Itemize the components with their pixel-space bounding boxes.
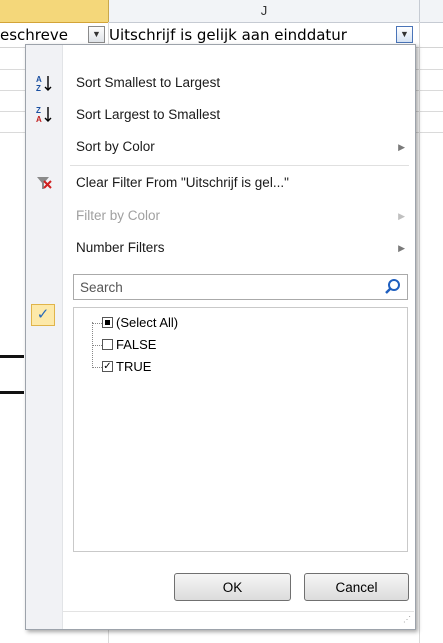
- tree-line: [92, 345, 102, 346]
- list-item-label: TRUE: [116, 359, 152, 374]
- menu-item-label: Clear Filter From "Uitschrijf is gel...": [76, 175, 289, 190]
- column-divider: [419, 22, 420, 643]
- partial-checkbox[interactable]: [102, 317, 113, 328]
- menu-item-clear-filter[interactable]: Clear Filter From "Uitschrijf is gel...": [63, 169, 413, 197]
- svg-text:Z: Z: [36, 84, 41, 92]
- column-header-j[interactable]: J: [109, 0, 420, 22]
- column-header-row: J: [0, 0, 443, 23]
- submenu-arrow-icon: ▶: [398, 243, 405, 253]
- header-cell-right[interactable]: Uitschrijf is gelijk aan einddatur: [109, 24, 394, 46]
- menu-item-sort-asc[interactable]: Sort Smallest to Largest: [63, 69, 413, 97]
- svg-text:A: A: [36, 115, 42, 123]
- ok-button[interactable]: OK: [174, 573, 291, 601]
- menu-item-label: Sort Largest to Smallest: [76, 107, 221, 122]
- menu-item-label: Sort Smallest to Largest: [76, 75, 221, 90]
- menu-item-label: Number Filters: [76, 240, 165, 255]
- filter-active-button[interactable]: ▼: [396, 26, 413, 43]
- submenu-arrow-icon: ▶: [398, 211, 405, 221]
- filter-values-list: (Select All) FALSE ✓ TRUE: [73, 307, 408, 552]
- sort-ascending-icon: AZ: [26, 74, 62, 95]
- tree-line: [92, 323, 102, 324]
- menu-item-filter-by-color: Filter by Color ▶: [63, 202, 413, 230]
- selected-column-header[interactable]: [0, 0, 109, 23]
- clear-filter-icon: [26, 174, 62, 195]
- cancel-button[interactable]: Cancel: [304, 573, 409, 601]
- submenu-arrow-icon: ▶: [398, 142, 405, 152]
- header-cell-left[interactable]: eschreve: [0, 24, 86, 46]
- sort-descending-icon: ZA: [26, 105, 62, 126]
- filter-applied-check-icon: ✓: [31, 304, 55, 326]
- cell-border-mark: [0, 391, 24, 394]
- menu-footer-divider: [63, 611, 414, 612]
- menu-item-label: Filter by Color: [76, 208, 161, 223]
- resize-grip-icon[interactable]: ⋰: [403, 616, 413, 627]
- search-input[interactable]: [74, 275, 386, 299]
- list-item-label: (Select All): [116, 315, 179, 330]
- menu-item-sort-by-color[interactable]: Sort by Color ▶: [63, 133, 413, 161]
- menu-icon-gutter: [26, 45, 63, 629]
- tree-line: [92, 322, 93, 366]
- list-item-label: FALSE: [116, 337, 157, 352]
- filter-dropdown-button[interactable]: ▼: [88, 26, 105, 43]
- svg-text:Z: Z: [36, 106, 41, 115]
- menu-item-sort-desc[interactable]: Sort Largest to Smallest: [63, 101, 413, 129]
- cell-border-mark: [0, 355, 24, 358]
- svg-text:A: A: [36, 75, 42, 84]
- menu-item-label: Sort by Color: [76, 139, 155, 154]
- search-icon[interactable]: [383, 277, 403, 297]
- menu-separator: [70, 165, 409, 166]
- checked-checkbox[interactable]: ✓: [102, 361, 113, 372]
- search-box[interactable]: [73, 274, 408, 300]
- autofilter-menu: Sort Smallest to Largest AZ Sort Largest…: [25, 44, 416, 630]
- tree-line: [92, 367, 102, 368]
- menu-item-number-filters[interactable]: Number Filters ▶: [63, 234, 413, 262]
- unchecked-checkbox[interactable]: [102, 339, 113, 350]
